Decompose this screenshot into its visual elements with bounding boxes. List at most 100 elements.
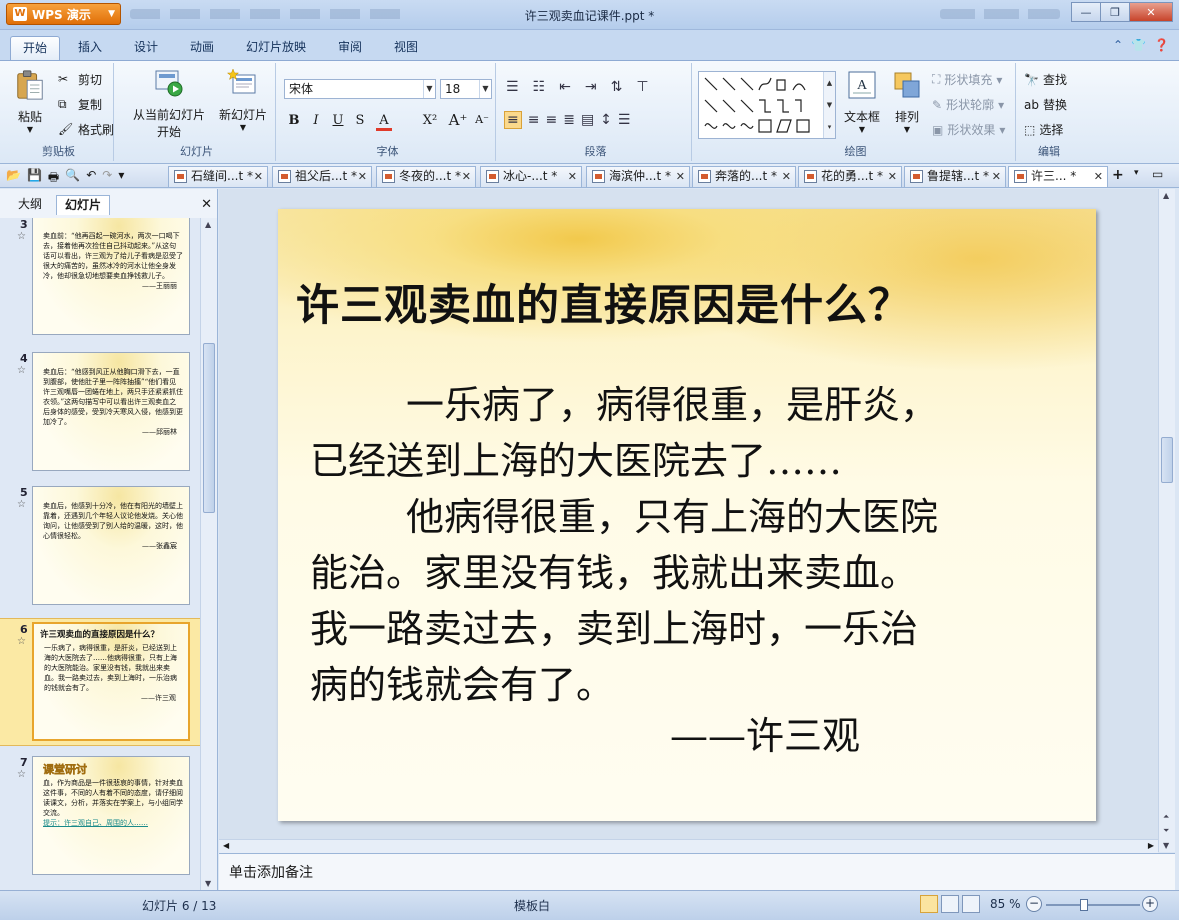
close-tab-icon[interactable]: ✕: [254, 167, 263, 186]
new-slide-button[interactable]: 新幻灯片 ▼: [216, 67, 270, 132]
minimize-button[interactable]: —: [1071, 2, 1101, 22]
slide-thumbnail-row[interactable]: 3 ☆ 卖血前：“他再舀起一碗河水，两次一口喝下去，接着他再次捡住自己抖动起来。…: [0, 218, 200, 346]
distribute-icon[interactable]: ▤: [581, 112, 594, 128]
slideshow-view-icon[interactable]: [962, 895, 980, 913]
select-button[interactable]: ⬚ 选择: [1024, 121, 1063, 138]
zoom-level[interactable]: 85 %: [990, 897, 1021, 911]
editor-vertical-scrollbar[interactable]: ▲ ⏶ ⏷ ▼: [1158, 189, 1175, 852]
bold-button[interactable]: B: [284, 113, 304, 128]
shadow-button[interactable]: S: [350, 113, 370, 128]
decrease-indent-icon[interactable]: ⇤: [559, 79, 571, 95]
numbering-icon[interactable]: ☷: [533, 79, 546, 95]
slide-sorter-icon[interactable]: [941, 895, 959, 913]
scroll-up-icon[interactable]: ▲: [205, 220, 211, 229]
customize-icon[interactable]: ▾: [118, 168, 124, 189]
slide-thumbnail[interactable]: 卖血前：“他再舀起一碗河水，两次一口喝下去，接着他再次捡住自己抖动起来。”从这句…: [32, 218, 190, 335]
redo-icon[interactable]: ↷: [102, 168, 112, 189]
open-folder-icon[interactable]: 📂: [6, 168, 21, 189]
doc-tab[interactable]: 冬夜的...t * ✕: [376, 166, 476, 187]
close-tab-icon[interactable]: ✕: [358, 167, 367, 186]
slide-thumbnail[interactable]: 课堂研讨 血，作为商品是一件很悲哀的事情，针对卖血这件事，不同的人有着不同的态度…: [32, 756, 190, 875]
scroll-down-icon[interactable]: ▼: [205, 879, 211, 888]
doc-tab[interactable]: 鲁提辖...t * ✕: [904, 166, 1006, 187]
slide-thumbnail[interactable]: 卖血后，他感到十分冷，他在有阳光的墙壁上靠着，还遇到几个年轻人议论他发烧。关心他…: [32, 486, 190, 605]
close-tab-icon[interactable]: ✕: [888, 167, 897, 186]
slide-thumbnail[interactable]: 卖血后：“他感到风正从他胸口滑下去，一直到腹部，使他肚子里一阵阵抽搐”“他们看见…: [32, 352, 190, 471]
slide-thumbnail-row[interactable]: 5 ☆ 卖血后，他感到十分冷，他在有阳光的墙壁上靠着，还遇到几个年轻人议论他发烧…: [0, 486, 200, 614]
doc-tab-active[interactable]: 许三... * ✕: [1008, 166, 1108, 187]
replace-button[interactable]: ab 替换: [1024, 96, 1067, 113]
scroll-right-icon[interactable]: ▶: [1148, 841, 1154, 850]
underline-button[interactable]: U: [328, 113, 348, 128]
shape-fill-button[interactable]: ⛶ 形状填充 ▾: [932, 71, 1002, 88]
close-tab-icon[interactable]: ✕: [992, 167, 1001, 186]
copy-button[interactable]: ⧉ 复制: [58, 96, 102, 113]
close-tab-icon[interactable]: ✕: [1094, 167, 1103, 186]
collapse-ribbon-icon[interactable]: ⌃: [1113, 38, 1123, 52]
shape-gallery[interactable]: ▲ ▼ ▾: [698, 71, 836, 139]
scroll-up-icon[interactable]: ▲: [1163, 191, 1169, 200]
superscript-button[interactable]: X²: [420, 113, 440, 128]
close-tab-icon[interactable]: ✕: [568, 167, 577, 186]
skin-icon[interactable]: 👕: [1131, 38, 1146, 52]
close-icon[interactable]: ✕: [201, 197, 212, 212]
undo-icon[interactable]: ↶: [86, 168, 96, 189]
zoom-in-icon[interactable]: +: [1142, 896, 1158, 912]
zoom-out-icon[interactable]: −: [1026, 896, 1042, 912]
slide-thumbnail[interactable]: 许三观卖血的直接原因是什么？ 一乐病了，病得很重，是肝炎，已经送到上海的大医院去…: [32, 622, 190, 741]
editor-horizontal-scrollbar[interactable]: ◀ ▶: [219, 839, 1158, 853]
find-button[interactable]: 🔭 查找: [1024, 71, 1067, 88]
doc-tab[interactable]: 祖父后...t * ✕: [272, 166, 372, 187]
notes-pane[interactable]: 单击添加备注: [219, 853, 1175, 890]
normal-view-icon[interactable]: [920, 895, 938, 913]
line-spacing-icon[interactable]: ↕: [600, 112, 612, 128]
shape-outline-button[interactable]: ✎ 形状轮廓 ▾: [932, 96, 1004, 113]
tab-insert[interactable]: 插入: [66, 36, 114, 60]
bullets-icon[interactable]: ☰: [506, 79, 519, 95]
increase-indent-icon[interactable]: ⇥: [585, 79, 597, 95]
zoom-slider-knob[interactable]: [1080, 899, 1088, 911]
text-box-button[interactable]: A 文本框 ▼: [840, 69, 884, 134]
current-slide[interactable]: 许三观卖血的直接原因是什么？ 一乐病了，病得很重，是肝炎， 已经送到上海的大医院…: [278, 209, 1096, 821]
doc-tab[interactable]: 石缝间...t * ✕: [168, 166, 268, 187]
italic-button[interactable]: I: [306, 113, 326, 128]
new-tab-icon[interactable]: +: [1112, 167, 1124, 183]
arrange-button[interactable]: 排列 ▼: [886, 69, 928, 134]
tab-animation[interactable]: 动画: [178, 36, 226, 60]
format-painter-button[interactable]: 🖌 格式刷: [58, 121, 114, 138]
restore-button[interactable]: ❐: [1100, 2, 1130, 22]
thumbnail-scrollbar[interactable]: ▲ ▼: [200, 218, 217, 890]
doc-tab[interactable]: 冰心-...t * ✕: [480, 166, 582, 187]
close-tab-icon[interactable]: ✕: [676, 167, 685, 186]
tab-outline[interactable]: 大纲: [10, 195, 50, 215]
font-size-select[interactable]: 18 ▼: [440, 79, 492, 99]
slide-thumbnail-row[interactable]: 4 ☆ 卖血后：“他感到风正从他胸口滑下去，一直到腹部，使他肚子里一阵阵抽搐”“…: [0, 352, 200, 480]
cut-button[interactable]: ✂ 剪切: [58, 71, 102, 88]
doc-tab[interactable]: 海滨仲...t * ✕: [586, 166, 690, 187]
font-color-button[interactable]: A: [376, 113, 392, 131]
slide-body[interactable]: 一乐病了，病得很重，是肝炎， 已经送到上海的大医院去了…… 他病得很重，只有上海…: [310, 377, 1070, 713]
font-name-select[interactable]: 宋体 ▼: [284, 79, 436, 99]
text-direction-icon[interactable]: ⇅: [611, 79, 623, 95]
help-icon[interactable]: ❓: [1154, 38, 1169, 52]
scroll-down-icon[interactable]: ▼: [1163, 841, 1169, 850]
close-button[interactable]: ✕: [1129, 2, 1173, 22]
slide-thumbnail-row[interactable]: 7 ☆ 课堂研讨 血，作为商品是一件很悲哀的事情，针对卖血这件事，不同的人有着不…: [0, 756, 200, 890]
print-preview-icon[interactable]: 🔍: [65, 168, 80, 189]
tile-windows-icon[interactable]: ▭: [1152, 167, 1163, 181]
tab-review[interactable]: 审阅: [326, 36, 374, 60]
close-tab-icon[interactable]: ✕: [462, 167, 471, 186]
align-center-icon[interactable]: ≡: [528, 112, 540, 128]
tab-view[interactable]: 视图: [382, 36, 430, 60]
tab-slides[interactable]: 幻灯片: [56, 195, 111, 215]
paste-button[interactable]: 粘贴 ▼: [10, 69, 50, 134]
align-left-icon[interactable]: ≡: [504, 111, 522, 129]
next-slide-icon[interactable]: ⏷: [1163, 826, 1169, 836]
shrink-font-button[interactable]: A⁻: [472, 113, 492, 126]
slide-thumbnail-row-selected[interactable]: 6 ☆ 许三观卖血的直接原因是什么？ 一乐病了，病得很重，是肝炎，已经送到上海的…: [0, 618, 200, 746]
previous-slide-icon[interactable]: ⏶: [1163, 812, 1169, 822]
grow-font-button[interactable]: A⁺: [448, 111, 468, 129]
tab-home[interactable]: 开始: [10, 36, 61, 60]
print-icon[interactable]: 🖶: [48, 168, 59, 189]
shape-effect-button[interactable]: ▣ 形状效果 ▾: [932, 121, 1005, 138]
